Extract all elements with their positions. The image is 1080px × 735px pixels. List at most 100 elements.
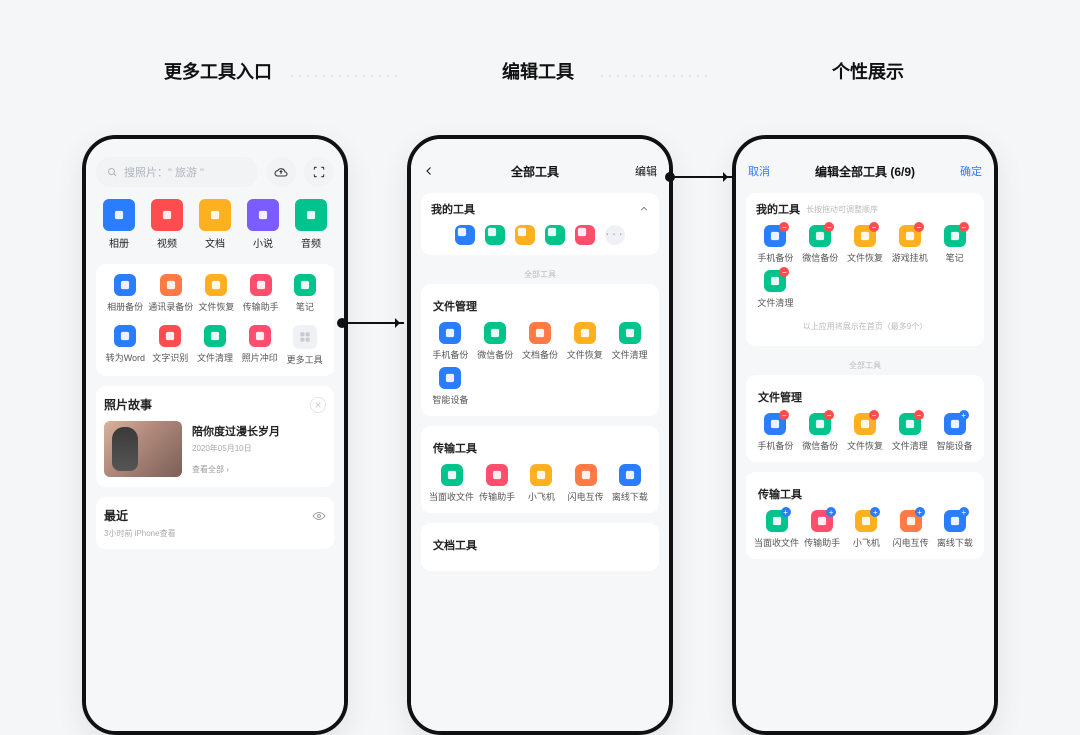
recent-subtitle: 3小时前 iPhone查看 [104,528,326,539]
remove-badge[interactable]: − [869,222,879,232]
tool-item[interactable]: 照片冲印 [238,325,281,366]
tool-item[interactable]: +传输助手 [801,510,843,549]
tool-item[interactable]: 小飞机 [520,464,562,503]
page-title: 编辑全部工具 (6/9) [770,163,960,180]
tool-item[interactable]: − 笔记 [933,225,976,264]
category-tab[interactable]: 音频 [288,199,334,250]
tool-item[interactable]: 离线下载 [609,464,651,503]
tool-item[interactable]: 闪电互传 [565,464,607,503]
tool-item[interactable]: +离线下载 [934,510,976,549]
tool-item[interactable]: −微信备份 [799,413,842,452]
tool-item[interactable]: −文件恢复 [844,225,887,264]
tool-item[interactable]: − 手机备份 [754,225,797,264]
tool-item[interactable]: 文件恢复 [563,322,606,361]
recent-title: 最近 [104,507,128,524]
tool-label: 智能设备 [432,393,468,406]
tool-item[interactable]: 文件清理 [194,325,237,366]
my-tool-icon[interactable] [545,225,565,245]
drag-hint: 长按拖动可调整顺序 [806,204,878,215]
story-thumbnail[interactable] [104,421,182,477]
tool-item[interactable]: 文档备份 [519,322,562,361]
more-tools-button[interactable]: 更多工具 [283,325,326,366]
back-button[interactable] [423,165,435,177]
tool-item[interactable]: 当面收文件 [429,464,474,503]
tool-item[interactable]: − 微信备份 [799,225,842,264]
tool-item[interactable]: +小飞机 [845,510,887,549]
my-tool-icon[interactable] [575,225,595,245]
tool-item[interactable]: 传输助手 [240,274,282,313]
limit-hint: 以上应用将展示在首页（最多9个） [754,317,976,336]
tool-label: 转为Word [106,351,145,364]
category-tab[interactable]: 视频 [144,199,190,250]
search-placeholder: 搜照片：" 旅游 " [124,164,204,180]
add-badge[interactable]: + [781,507,791,517]
edit-link[interactable]: 编辑 [635,163,657,179]
heading-edit-tools: 编辑工具 [502,58,574,84]
category-tab[interactable]: 文档 [192,199,238,250]
category-label: 音频 [301,235,321,250]
remove-badge[interactable]: − [779,267,789,277]
add-badge[interactable]: + [826,507,836,517]
category-tab[interactable]: 小说 [240,199,286,250]
add-badge[interactable]: + [915,507,925,517]
tool-item[interactable]: 传输助手 [476,464,518,503]
tool-label: 文件清理 [757,296,793,309]
tool-item[interactable]: 文件清理 [608,322,651,361]
tool-item[interactable]: +闪电互传 [890,510,932,549]
chevron-down-icon[interactable] [639,204,649,214]
remove-badge[interactable]: − [824,410,834,420]
tool-item[interactable]: 手机备份 [429,322,472,361]
chevron-left-icon [423,165,435,177]
search-input[interactable]: 搜照片：" 旅游 " [96,157,258,187]
remove-badge[interactable]: − [914,222,924,232]
remove-badge[interactable]: − [959,222,969,232]
cloud-up-icon [273,164,289,180]
cloud-button[interactable] [266,157,296,187]
confirm-button[interactable]: 确定 [960,163,982,179]
scan-button[interactable] [304,157,334,187]
tool-item[interactable]: 微信备份 [474,322,517,361]
tool-label: 手机备份 [757,439,793,452]
tool-item[interactable]: 智能设备 [429,367,472,406]
add-badge[interactable]: + [959,410,969,420]
tool-label: 文件恢复 [567,348,603,361]
story-viewall-link[interactable]: 查看全部 › [192,464,280,475]
tool-label: 手机备份 [757,251,793,264]
my-tool-icon[interactable] [515,225,535,245]
remove-badge[interactable]: − [869,410,879,420]
all-tools-divider: 全部工具 [421,265,659,284]
tool-item[interactable]: 转为Word [104,325,147,366]
tool-item[interactable]: +智能设备 [933,413,976,452]
remove-badge[interactable]: − [914,410,924,420]
more-icon[interactable]: ··· [605,225,625,245]
group-header: 传输工具 [429,436,651,464]
cancel-button[interactable]: 取消 [748,163,770,179]
eye-icon[interactable] [312,509,326,523]
tool-item[interactable]: 相册备份 [104,274,146,313]
tool-item[interactable]: − 文件清理 [754,270,797,309]
tool-item[interactable]: −文件恢复 [844,413,887,452]
tool-label: 微信备份 [802,251,838,264]
tool-item[interactable]: − 手机备份 [754,413,797,452]
remove-badge[interactable]: − [779,222,789,232]
tool-item[interactable]: 笔记 [284,274,326,313]
close-icon[interactable]: × [310,397,326,413]
remove-badge[interactable]: − [779,410,789,420]
tool-label: 笔记 [946,251,964,264]
dots-divider: ·············· [290,68,402,82]
tool-item[interactable]: 通讯录备份 [148,274,193,313]
tool-item[interactable]: 文件恢复 [195,274,237,313]
remove-badge[interactable]: − [824,222,834,232]
all-tools-divider: 全部工具 [746,356,984,375]
tool-item[interactable]: −文件清理 [888,413,931,452]
tool-item[interactable]: 文字识别 [149,325,192,366]
add-badge[interactable]: + [870,507,880,517]
story-date: 2020年05月10日 [192,443,280,454]
search-icon [106,166,118,178]
my-tool-icon[interactable] [455,225,475,245]
tool-item[interactable]: −游戏挂机 [888,225,931,264]
tool-item[interactable]: +当面收文件 [754,510,799,549]
category-tab[interactable]: 相册 [96,199,142,250]
my-tool-icon[interactable] [485,225,505,245]
add-badge[interactable]: + [959,507,969,517]
